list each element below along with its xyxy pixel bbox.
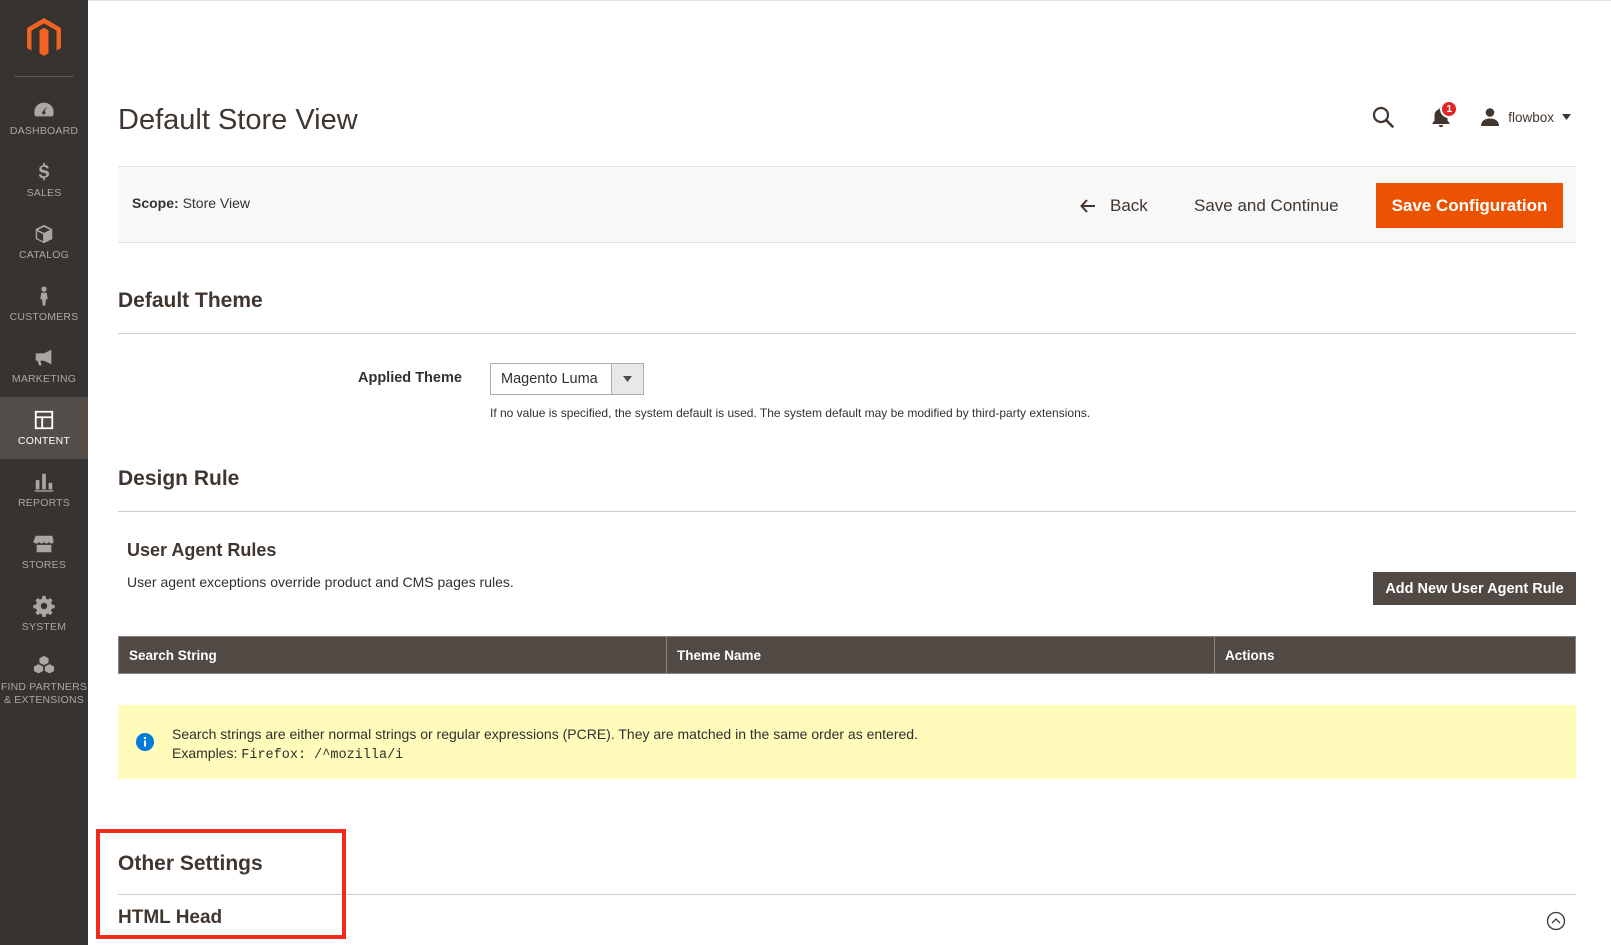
- scope-value: Store View: [182, 195, 251, 211]
- column-header-search-string[interactable]: Search String: [119, 637, 667, 673]
- add-new-user-agent-rule-button[interactable]: Add New User Agent Rule: [1373, 572, 1576, 605]
- info-message: Search strings are either normal strings…: [118, 705, 1576, 779]
- sidebar-item-marketing[interactable]: MARKETING: [0, 335, 88, 397]
- scope-label: Scope:: [132, 195, 179, 211]
- arrow-left-icon: [1080, 199, 1095, 213]
- user-name: flowbox: [1508, 109, 1554, 125]
- section-divider: [118, 333, 1576, 334]
- info-examples-code: Firefox: /^mozilla/i: [241, 748, 404, 763]
- admin-sidebar: DASHBOARD SALES CATALOG CUSTOMERS MARKET…: [0, 0, 88, 945]
- user-agent-rules-table-header: Search String Theme Name Actions: [118, 636, 1576, 674]
- collapse-toggle[interactable]: [1546, 911, 1566, 936]
- notification-count-badge: 1: [1440, 100, 1459, 118]
- header-actions: 1 flowbox: [1368, 100, 1571, 132]
- megaphone-icon: [35, 349, 52, 365]
- dollar-icon: [38, 162, 50, 180]
- info-icon: [136, 733, 154, 751]
- sidebar-item-label: CATALOG: [18, 248, 70, 261]
- sidebar-item-stores[interactable]: STORES: [0, 521, 88, 583]
- back-button[interactable]: Back: [1080, 191, 1148, 221]
- sidebar-item-content[interactable]: CONTENT: [0, 397, 88, 459]
- applied-theme-selected-value: Magento Luma: [501, 371, 598, 387]
- cube-icon: [35, 224, 53, 243]
- applied-theme-label: Applied Theme: [358, 370, 462, 386]
- info-examples-label: Examples:: [172, 745, 238, 761]
- storefront-icon: [33, 535, 54, 552]
- user-icon: [1481, 108, 1500, 126]
- info-message-line: Search strings are either normal strings…: [172, 726, 918, 742]
- sidebar-item-catalog[interactable]: CATALOG: [0, 211, 88, 273]
- sidebar-item-label: CONTENT: [17, 434, 71, 447]
- sidebar-item-label: MARKETING: [11, 372, 77, 385]
- bar-chart-icon: [34, 473, 54, 492]
- sidebar-item-sales[interactable]: SALES: [0, 149, 88, 211]
- gear-icon: [33, 595, 55, 617]
- sidebar-item-system[interactable]: SYSTEM: [0, 583, 88, 645]
- column-header-actions: Actions: [1225, 647, 1275, 663]
- select-arrow[interactable]: [611, 364, 643, 394]
- sidebar-item-label: & EXTENSIONS: [3, 694, 84, 706]
- page-title: Default Store View: [118, 104, 358, 136]
- scope-indicator: Scope: Store View: [132, 195, 250, 211]
- sidebar-item-label: DASHBOARD: [9, 124, 79, 137]
- magento-logo-icon: [27, 18, 61, 56]
- page-actions-bar: Scope: Store View Back Save and Continue…: [118, 166, 1576, 243]
- layout-icon: [34, 410, 54, 429]
- info-message-examples: Examples: Firefox: /^mozilla/i: [172, 744, 918, 765]
- sidebar-item-dashboard[interactable]: DASHBOARD: [0, 87, 88, 149]
- sidebar-item-label: CUSTOMERS: [9, 310, 79, 323]
- save-and-continue-button[interactable]: Save and Continue: [1194, 191, 1339, 221]
- boxes-icon: [33, 655, 55, 674]
- magento-logo[interactable]: [14, 0, 74, 77]
- chevron-up-circle-icon: [1546, 911, 1566, 931]
- back-button-label: Back: [1110, 196, 1148, 215]
- column-header-theme-name[interactable]: Theme Name: [667, 637, 1215, 673]
- global-search-button[interactable]: [1368, 102, 1398, 132]
- user-agent-rules-title: User Agent Rules: [127, 540, 277, 560]
- notifications-button[interactable]: 1: [1426, 100, 1459, 132]
- caret-down-icon: [1562, 114, 1571, 120]
- sidebar-item-label: FIND PARTNERS: [0, 681, 88, 693]
- highlight-annotation-box: [96, 829, 346, 939]
- dashboard-icon: [34, 102, 54, 116]
- user-menu[interactable]: flowbox: [1480, 107, 1571, 127]
- section-title-design-rule: Design Rule: [118, 467, 240, 490]
- section-title-default-theme: Default Theme: [118, 289, 263, 312]
- sidebar-item-label: SALES: [26, 186, 62, 199]
- top-strip: [88, 0, 1611, 1]
- info-message-text: Search strings are either normal strings…: [172, 725, 918, 765]
- user-agent-rules-description: User agent exceptions override product a…: [127, 574, 514, 590]
- person-icon: [40, 286, 48, 306]
- sidebar-item-customers[interactable]: CUSTOMERS: [0, 273, 88, 335]
- sidebar-item-reports[interactable]: REPORTS: [0, 459, 88, 521]
- caret-down-icon: [623, 376, 632, 382]
- sidebar-item-label: STORES: [21, 558, 67, 571]
- applied-theme-select[interactable]: Magento Luma: [490, 363, 644, 395]
- search-icon: [1373, 106, 1395, 128]
- sidebar-item-label: REPORTS: [18, 496, 70, 509]
- sidebar-item-find-partners[interactable]: FIND PARTNERS & EXTENSIONS: [0, 645, 88, 717]
- section-divider: [118, 511, 1576, 512]
- save-configuration-button[interactable]: Save Configuration: [1376, 183, 1563, 228]
- applied-theme-note: If no value is specified, the system def…: [490, 406, 1091, 420]
- sidebar-item-label: SYSTEM: [21, 620, 67, 633]
